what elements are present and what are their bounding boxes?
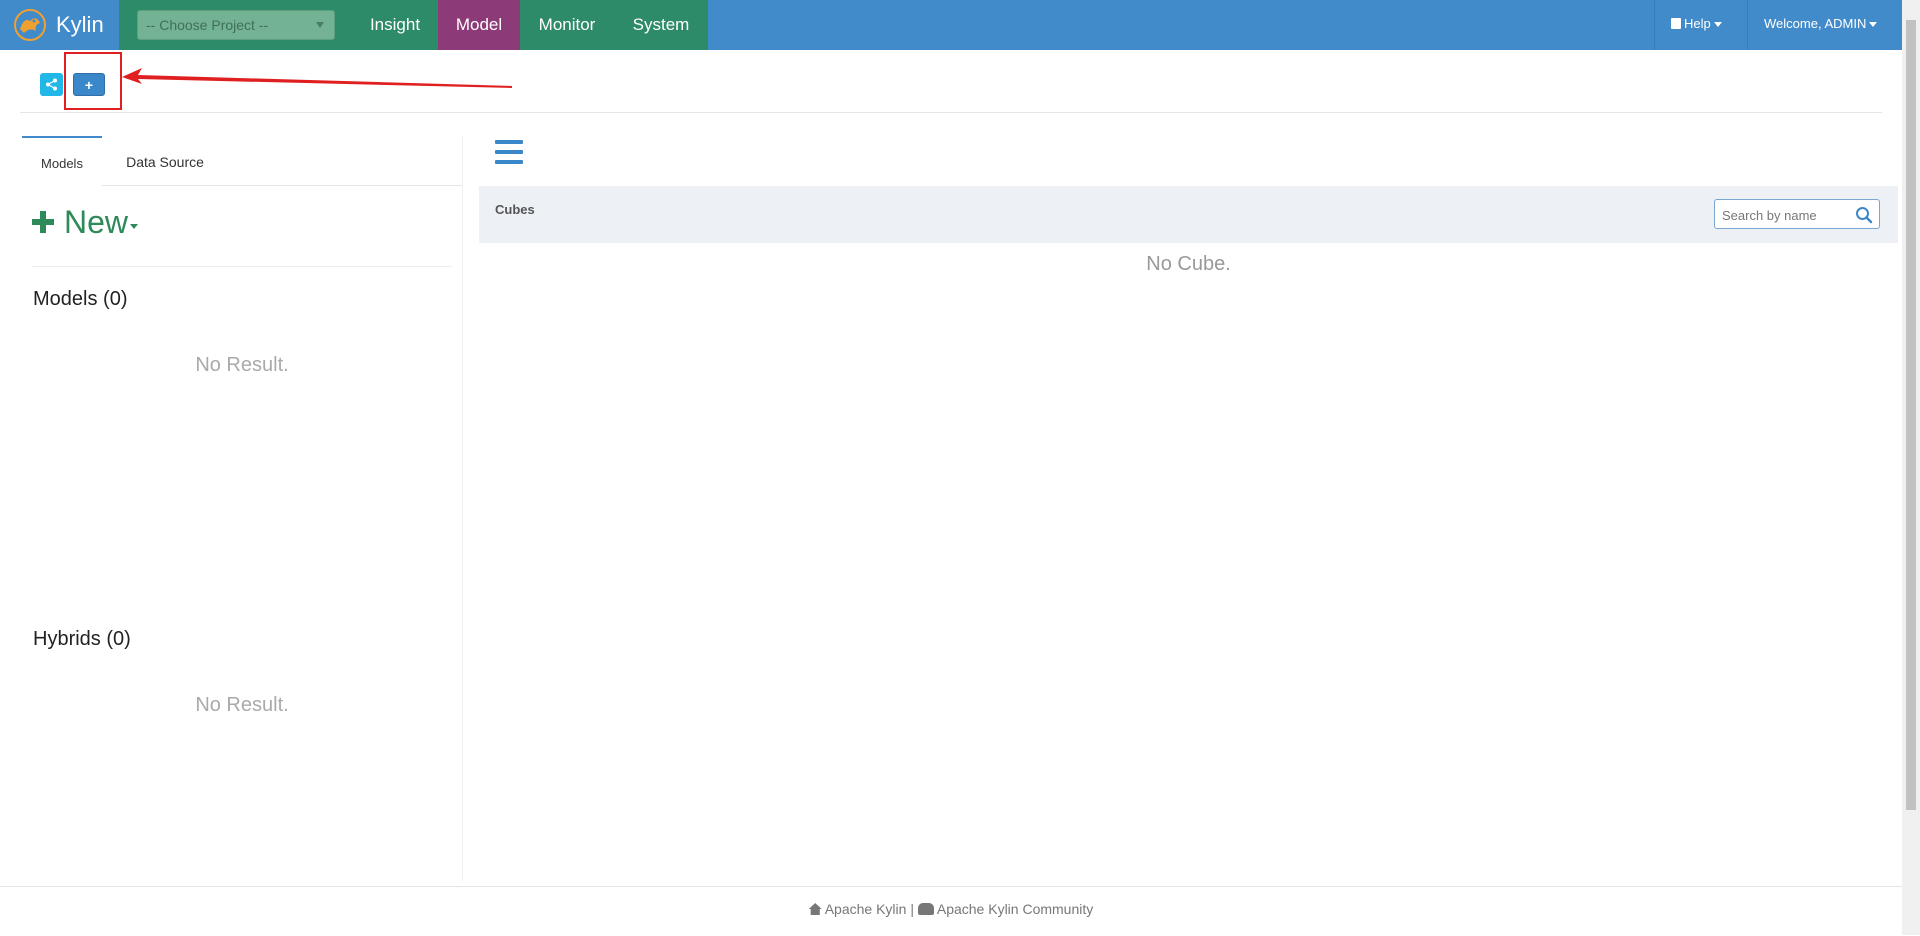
- caret-down-icon: [1869, 22, 1878, 28]
- brand-label: Kylin: [56, 12, 104, 37]
- chevron-down-icon: [316, 22, 324, 28]
- hybrids-section-title: Hybrids (0): [33, 628, 131, 650]
- new-button-label: New: [64, 203, 129, 240]
- footer-link-community[interactable]: Apache Kylin Community: [937, 901, 1093, 917]
- tab-data-source[interactable]: Data Source: [102, 136, 228, 185]
- project-select-area: -- Choose Project --: [119, 0, 352, 50]
- annotation-highlight-box: [64, 52, 122, 110]
- scrollbar-thumb[interactable]: [1906, 20, 1916, 810]
- plus-icon: [32, 211, 54, 233]
- tab-models[interactable]: Models: [22, 136, 102, 188]
- project-select-value: -- Choose Project --: [146, 17, 269, 33]
- top-navbar: Kylin -- Choose Project -- Insight Model…: [0, 0, 1902, 50]
- divider: [32, 266, 452, 267]
- model-design-button[interactable]: [40, 73, 63, 96]
- new-button[interactable]: New: [32, 202, 139, 242]
- search-icon[interactable]: [1855, 206, 1873, 224]
- footer-separator: |: [910, 901, 914, 917]
- brand[interactable]: Kylin: [12, 0, 118, 50]
- search-input[interactable]: [1715, 200, 1854, 230]
- models-section-title: Models (0): [33, 288, 128, 310]
- search-box: [1714, 199, 1880, 230]
- book-icon: [1671, 18, 1681, 29]
- models-empty-text: No Result.: [195, 354, 289, 376]
- nav-model[interactable]: Model: [438, 0, 520, 50]
- footer-link-kylin[interactable]: Apache Kylin: [825, 901, 907, 917]
- user-menu[interactable]: Welcome, ADMIN: [1747, 0, 1902, 50]
- nav-monitor[interactable]: Monitor: [520, 0, 614, 50]
- cubes-empty-text: No Cube.: [1146, 253, 1231, 275]
- cubes-title: Cubes: [495, 202, 535, 217]
- home-icon: [808, 903, 822, 915]
- footer: Apache Kylin | Apache Kylin Community: [0, 886, 1902, 936]
- help-menu[interactable]: Help: [1654, 0, 1747, 50]
- scrollbar[interactable]: [1902, 0, 1920, 935]
- caret-down-icon: [130, 223, 139, 229]
- kylin-logo-icon: [14, 9, 46, 41]
- hybrids-empty-text: No Result.: [195, 694, 289, 716]
- help-label: Help: [1684, 16, 1711, 31]
- hamburger-menu-icon[interactable]: [495, 140, 523, 164]
- welcome-label: Welcome, ADMIN: [1764, 16, 1867, 31]
- cubes-header: Cubes: [479, 186, 1898, 243]
- caret-down-icon: [1713, 22, 1722, 28]
- models-tabs: Models Data Source: [22, 136, 462, 188]
- annotation-arrow-icon: [122, 68, 512, 88]
- models-panel: Models Data Source New Models (0) No Res…: [22, 136, 463, 881]
- project-select[interactable]: -- Choose Project --: [137, 10, 335, 40]
- share-alt-icon: [46, 78, 57, 91]
- nav-insight[interactable]: Insight: [352, 0, 438, 50]
- nav-system[interactable]: System: [614, 0, 708, 50]
- users-icon: [917, 903, 934, 915]
